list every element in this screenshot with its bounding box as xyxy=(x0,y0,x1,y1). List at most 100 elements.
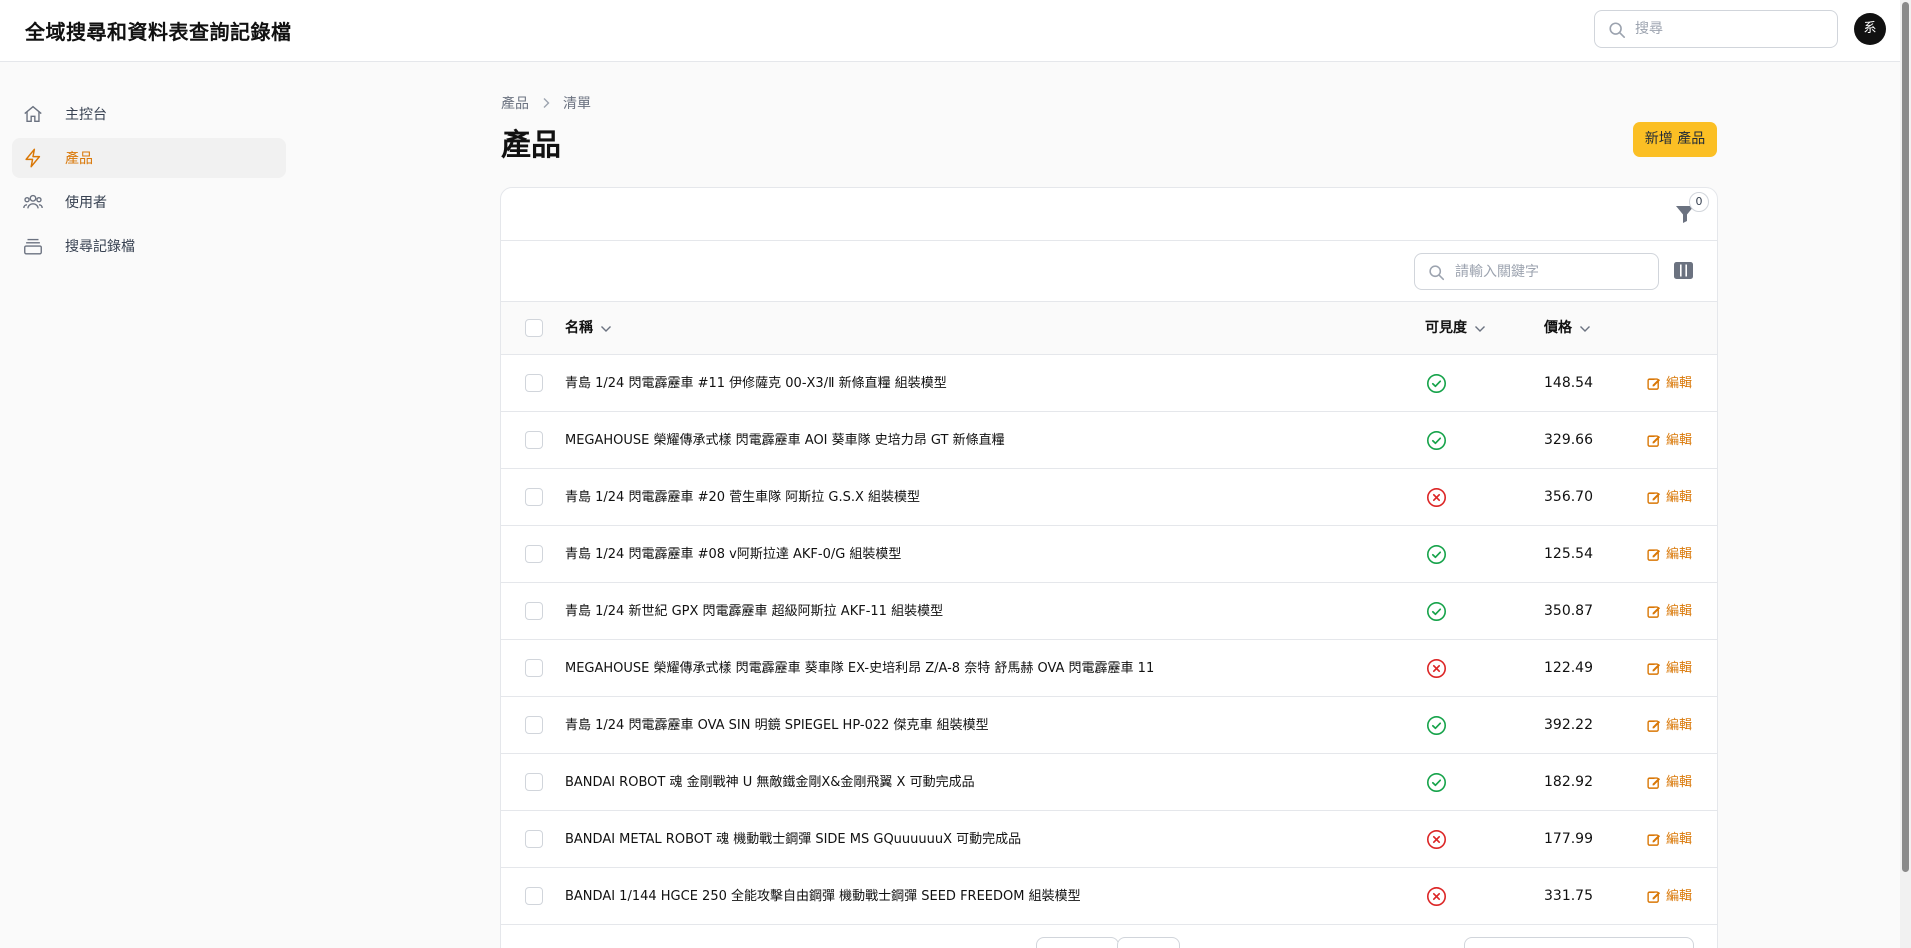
table-row[interactable]: 青島 1/24 新世紀 GPX 閃電霹靂車 超級阿斯拉 AKF-11 組裝模型 3… xyxy=(501,583,1717,640)
users-icon xyxy=(23,194,43,209)
sidebar-item-dashboard[interactable]: 主控台 xyxy=(12,94,286,134)
edit-button[interactable]: 編輯 xyxy=(1647,469,1692,526)
table-row[interactable]: BANDAI METAL ROBOT 魂 機動戰士鋼彈 SIDE MS GQuu… xyxy=(501,811,1717,868)
table-row[interactable]: 青島 1/24 閃電霹靂車 OVA SIN 明鏡 SPIEGEL HP-022 … xyxy=(501,697,1717,754)
table-row[interactable]: BANDAI 1/144 HGCE 250 全能攻擊自由鋼彈 機動戰士鋼彈 SE… xyxy=(501,868,1717,925)
product-price: 356.70 xyxy=(1544,489,1593,505)
column-header-name[interactable]: 名稱 xyxy=(565,302,612,355)
sidebar: 主控台 產品 使用者 搜尋記錄檔 xyxy=(12,94,286,270)
table-row[interactable]: MEGAHOUSE 榮耀傳承式樣 閃電霹靂車 AOI 葵車隊 史培力昂 GT 新… xyxy=(501,412,1717,469)
row-checkbox[interactable] xyxy=(525,602,543,620)
x-circle-icon xyxy=(1427,659,1446,678)
edit-button[interactable]: 編輯 xyxy=(1647,526,1692,583)
table-search[interactable] xyxy=(1414,253,1659,290)
table-row[interactable]: BANDAI ROBOT 魂 金剛戰神 U 無敵鐵金剛X&金剛飛翼 X 可動完成… xyxy=(501,754,1717,811)
search-icon xyxy=(1429,265,1445,281)
edit-button[interactable]: 編輯 xyxy=(1647,868,1692,925)
table-search-input[interactable] xyxy=(1455,254,1650,289)
edit-icon xyxy=(1647,776,1661,789)
sidebar-item-search-logs[interactable]: 搜尋記錄檔 xyxy=(12,226,286,266)
product-price: 392.22 xyxy=(1544,717,1593,733)
per-page-select[interactable] xyxy=(1036,937,1119,948)
table-body: 青島 1/24 閃電霹靂車 #11 伊修薩克 00-X3/Ⅱ 新條直糧 組裝模型… xyxy=(501,355,1717,925)
column-header-label: 價格 xyxy=(1544,320,1572,336)
table-row[interactable]: 青島 1/24 閃電霹靂車 #11 伊修薩克 00-X3/Ⅱ 新條直糧 組裝模型… xyxy=(501,355,1717,412)
product-price: 331.75 xyxy=(1544,888,1593,904)
column-header-price[interactable]: 價格 xyxy=(1544,302,1591,355)
global-search-input[interactable] xyxy=(1635,11,1830,47)
edit-icon xyxy=(1647,662,1661,675)
edit-label: 編輯 xyxy=(1666,376,1693,391)
table-row[interactable]: MEGAHOUSE 榮耀傳承式樣 閃電霹靂車 葵車隊 EX-史培利昂 Z/A-8… xyxy=(501,640,1717,697)
sidebar-item-label: 主控台 xyxy=(65,107,107,123)
row-checkbox[interactable] xyxy=(525,773,543,791)
edit-button[interactable]: 編輯 xyxy=(1647,640,1692,697)
scrollbar[interactable] xyxy=(1900,0,1911,948)
edit-button[interactable]: 編輯 xyxy=(1647,583,1692,640)
edit-label: 編輯 xyxy=(1666,604,1693,619)
product-price: 177.99 xyxy=(1544,831,1593,847)
row-checkbox[interactable] xyxy=(525,716,543,734)
global-search[interactable] xyxy=(1594,10,1838,48)
check-circle-icon xyxy=(1427,374,1446,393)
row-checkbox[interactable] xyxy=(525,830,543,848)
row-checkbox[interactable] xyxy=(525,545,543,563)
product-name: 青島 1/24 閃電霹靂車 #08 v阿斯拉達 AKF-0/G 組裝模型 xyxy=(565,547,902,562)
product-price: 350.87 xyxy=(1544,603,1593,619)
row-checkbox[interactable] xyxy=(525,431,543,449)
product-name: 青島 1/24 新世紀 GPX 閃電霹靂車 超級阿斯拉 AKF-11 組裝模型 xyxy=(565,604,944,619)
x-circle-icon xyxy=(1427,488,1446,507)
x-circle-icon xyxy=(1427,830,1446,849)
column-header-visibility[interactable]: 可見度 xyxy=(1425,302,1486,355)
table-row[interactable]: 青島 1/24 閃電霹靂車 #08 v阿斯拉達 AKF-0/G 組裝模型 125.… xyxy=(501,526,1717,583)
pagination[interactable] xyxy=(1464,937,1694,948)
chevron-down-icon xyxy=(1475,325,1485,332)
avatar[interactable]: 系 xyxy=(1854,13,1886,45)
edit-icon xyxy=(1647,890,1661,903)
breadcrumb: 產品 清單 xyxy=(501,93,591,113)
products-table-card: 0 名稱 可見度 價格 青島 1/24 閃電霹靂車 #11 伊修薩克 00-X3… xyxy=(500,187,1718,948)
chevron-down-icon xyxy=(601,325,611,332)
breadcrumb-item-products[interactable]: 產品 xyxy=(501,93,529,113)
edit-label: 編輯 xyxy=(1666,889,1693,904)
edit-button[interactable]: 編輯 xyxy=(1647,811,1692,868)
check-circle-icon xyxy=(1427,716,1446,735)
scrollbar-thumb[interactable] xyxy=(1902,2,1909,872)
check-circle-icon xyxy=(1427,545,1446,564)
sidebar-item-users[interactable]: 使用者 xyxy=(12,182,286,222)
check-circle-icon xyxy=(1427,602,1446,621)
edit-icon xyxy=(1647,719,1661,732)
edit-button[interactable]: 編輯 xyxy=(1647,412,1692,469)
edit-button[interactable]: 編輯 xyxy=(1647,754,1692,811)
edit-icon xyxy=(1647,548,1661,561)
product-price: 125.54 xyxy=(1544,546,1593,562)
home-icon xyxy=(24,105,42,123)
row-checkbox[interactable] xyxy=(525,659,543,677)
per-page-select-arrow[interactable] xyxy=(1117,937,1180,948)
row-checkbox[interactable] xyxy=(525,887,543,905)
edit-label: 編輯 xyxy=(1666,547,1693,562)
edit-icon xyxy=(1647,833,1661,846)
sidebar-item-products[interactable]: 產品 xyxy=(12,138,286,178)
edit-label: 編輯 xyxy=(1666,832,1693,847)
app-title: 全域搜尋和資料表查詢記錄檔 xyxy=(25,20,292,44)
edit-icon xyxy=(1647,491,1661,504)
chevron-down-icon xyxy=(1580,325,1590,332)
archive-icon xyxy=(24,238,42,255)
product-price: 122.49 xyxy=(1544,660,1593,676)
product-name: BANDAI METAL ROBOT 魂 機動戰士鋼彈 SIDE MS GQuu… xyxy=(565,832,1022,847)
columns-icon[interactable] xyxy=(1673,261,1694,280)
edit-button[interactable]: 編輯 xyxy=(1647,355,1692,412)
row-checkbox[interactable] xyxy=(525,488,543,506)
top-bar: 全域搜尋和資料表查詢記錄檔 系 xyxy=(0,0,1900,62)
table-row[interactable]: 青島 1/24 閃電霹靂車 #20 菅生車隊 阿斯拉 G.S.X 組裝模型 356… xyxy=(501,469,1717,526)
edit-label: 編輯 xyxy=(1666,661,1693,676)
select-all-checkbox[interactable] xyxy=(525,319,543,337)
x-circle-icon xyxy=(1427,887,1446,906)
filter-count-badge: 0 xyxy=(1689,192,1709,212)
edit-icon xyxy=(1647,434,1661,447)
new-product-button[interactable]: 新增 產品 xyxy=(1633,122,1717,157)
edit-button[interactable]: 編輯 xyxy=(1647,697,1692,754)
row-checkbox[interactable] xyxy=(525,374,543,392)
table-header-bar: 0 xyxy=(501,188,1717,241)
